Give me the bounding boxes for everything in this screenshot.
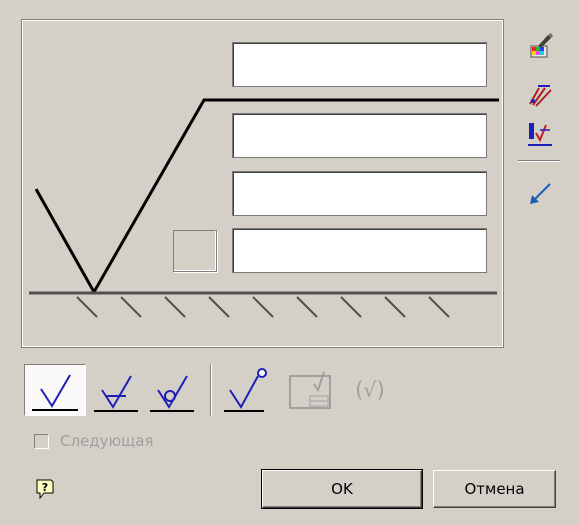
- roughness-param-field-3[interactable]: [232, 171, 487, 216]
- roughness-settings-icon[interactable]: [526, 120, 554, 148]
- no-removal-symbol-icon[interactable]: [146, 366, 204, 416]
- ok-button[interactable]: OK: [261, 469, 423, 509]
- tools-divider: [518, 160, 560, 162]
- color-brush-icon[interactable]: [526, 32, 554, 60]
- table-symbol-icon: [289, 371, 331, 409]
- svg-text:?: ?: [42, 481, 48, 494]
- basic-check-symbol-icon: [32, 374, 78, 411]
- next-checkbox[interactable]: [34, 434, 49, 449]
- help-icon[interactable]: ?: [34, 478, 56, 500]
- symbol-divider: [210, 364, 212, 416]
- basic-check-symbol-button[interactable]: [24, 364, 86, 416]
- surface-hatching: [76, 296, 450, 318]
- leader-arrow-icon[interactable]: [526, 180, 554, 208]
- direction-sign-box[interactable]: [173, 230, 217, 272]
- all-around-symbol-icon[interactable]: [222, 366, 280, 416]
- roughness-param-field-1[interactable]: [232, 42, 487, 87]
- cancel-button[interactable]: Отмена: [433, 470, 556, 508]
- next-checkbox-label: Следующая: [60, 432, 154, 450]
- roughness-param-field-4[interactable]: [232, 228, 487, 273]
- arrows-icon[interactable]: [526, 80, 554, 108]
- parenthesized-symbol-button: (√): [355, 378, 385, 402]
- removal-symbol-icon[interactable]: [90, 366, 148, 416]
- roughness-param-field-2[interactable]: [232, 113, 487, 158]
